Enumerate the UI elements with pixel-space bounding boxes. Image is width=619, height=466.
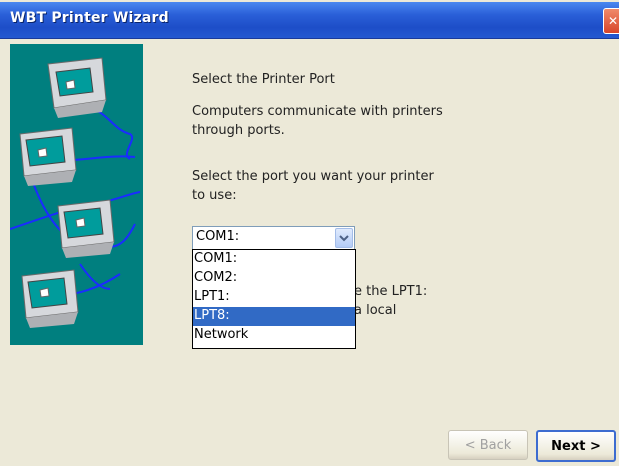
window-title: WBT Printer Wizard — [10, 10, 169, 26]
page-heading: Select the Printer Port — [192, 72, 335, 87]
port-option-com2[interactable]: COM2: — [193, 269, 355, 288]
networked-computers-icon — [9, 44, 143, 345]
close-button[interactable]: ✕ — [603, 8, 619, 34]
description-text: Computers communicate with printers thro… — [192, 104, 443, 138]
port-option-lpt1[interactable]: LPT1: — [193, 288, 355, 307]
occluded-text-line1: e the LPT1: — [354, 284, 428, 299]
port-dropdown-list[interactable]: COM1: COM2: LPT1: LPT8: Network — [192, 249, 356, 349]
port-option-com1[interactable]: COM1: — [193, 250, 355, 269]
close-icon: ✕ — [607, 14, 619, 28]
title-bar[interactable]: WBT Printer Wizard ✕ — [0, 2, 619, 39]
chevron-down-icon — [339, 235, 349, 242]
back-button[interactable]: < Back — [448, 430, 528, 460]
port-option-lpt8[interactable]: LPT8: — [193, 307, 355, 326]
port-select-value: COM1: — [196, 229, 240, 244]
network-illustration — [9, 44, 143, 345]
occluded-text-line2: a local — [354, 303, 397, 318]
next-button[interactable]: Next > — [536, 430, 616, 462]
wizard-window: WBT Printer Wizard ✕ Select the Printer … — [0, 0, 619, 466]
port-select[interactable]: COM1: — [192, 226, 355, 250]
dropdown-toggle[interactable] — [335, 228, 353, 248]
port-prompt: Select the port you want your printer to… — [192, 169, 434, 203]
port-option-network[interactable]: Network — [193, 326, 355, 345]
